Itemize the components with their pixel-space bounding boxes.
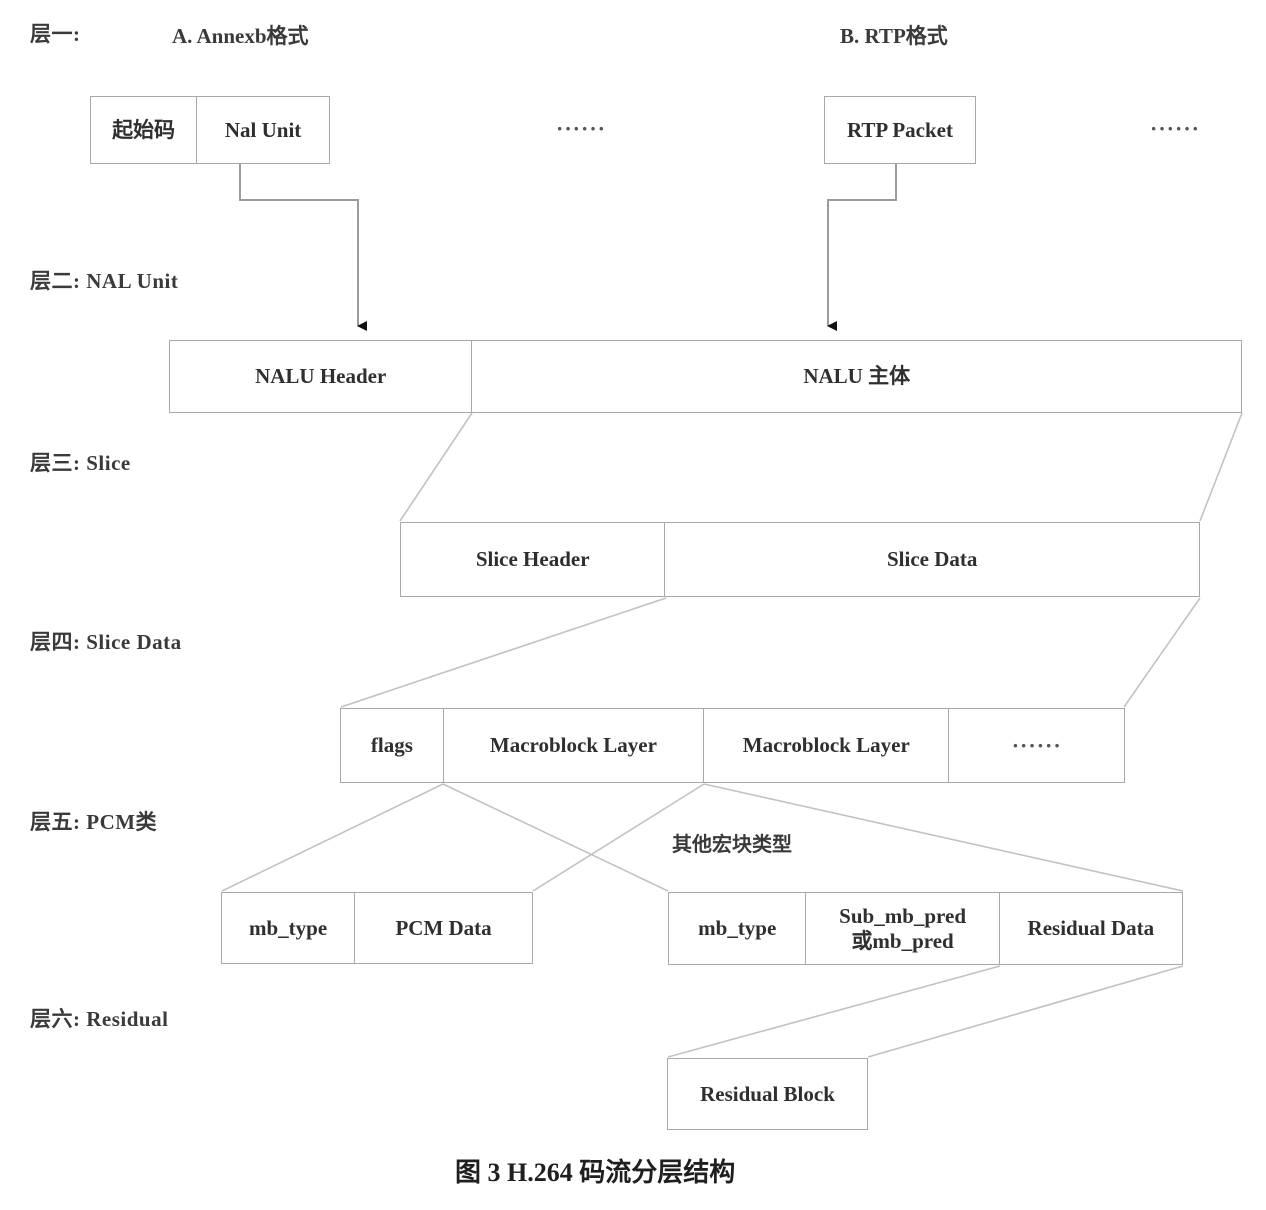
nalu-header-cell: NALU Header (170, 341, 473, 412)
heading-rtp-format: B. RTP格式 (840, 24, 948, 48)
nal-unit-box: NALU Header NALU 主体 (169, 340, 1242, 413)
annexb-start-code-cell: 起始码 (91, 97, 198, 163)
layer-label-3: 层三: Slice (30, 451, 131, 475)
connector-nalubody-to-slice-right (1199, 412, 1243, 522)
slicedata-macroblock-layer-cell-2: Macroblock Layer (704, 709, 950, 782)
figure-caption: 图 3 H.264 码流分层结构 (455, 1158, 736, 1187)
annexb-packet-box: 起始码 Nal Unit (90, 96, 330, 164)
pcm-mb-type-cell: mb_type (222, 893, 356, 963)
figure-canvas: 层一: 层二: NAL Unit 层三: Slice 层四: Slice Dat… (0, 0, 1266, 1210)
slice-data-cell: Slice Data (886, 547, 978, 572)
nalu-body-cell: NALU 主体 (803, 364, 911, 389)
slice-box: Slice Header Slice Data (400, 522, 1200, 597)
layer-label-5: 层五: PCM类 (30, 810, 158, 834)
residual-block-cell: Residual Block (700, 1081, 835, 1106)
rtp-packet-cell: RTP Packet (847, 117, 953, 142)
rtp-packet-box: RTP Packet (824, 96, 976, 164)
other-macroblock-box: mb_type Sub_mb_pred 或mb_pred Residual Da… (668, 892, 1183, 965)
connector-mb1-to-other-right (442, 783, 669, 892)
layer-label-2: 层二: NAL Unit (30, 269, 179, 293)
connector-slicedata-to-mbrow-left (340, 597, 667, 708)
layer-label-6: 层六: Residual (30, 1007, 169, 1031)
annexb-more-ellipsis: ······ (556, 116, 607, 141)
other-macroblock-types-note: 其他宏块类型 (672, 834, 792, 856)
slice-data-box: flags Macroblock Layer Macroblock Layer … (340, 708, 1125, 783)
connector-slicedata-to-mbrow-right (1123, 597, 1201, 708)
connector-nalubody-to-slice-left (399, 412, 473, 522)
pcm-macroblock-box: mb_type PCM Data (221, 892, 533, 964)
slice-header-cell: Slice Header (401, 523, 666, 596)
connector-mb1-to-pcm-left (221, 783, 444, 892)
rtp-more-ellipsis: ······ (1150, 116, 1201, 141)
annexb-nal-unit-cell: Nal Unit (224, 117, 302, 142)
slicedata-macroblock-layer-cell-1: Macroblock Layer (444, 709, 705, 782)
heading-annexb-format: A. Annexb格式 (172, 24, 309, 48)
connector-layer (221, 164, 1243, 1058)
layer-label-1: 层一: (30, 22, 81, 46)
other-mb-type-cell: mb_type (669, 893, 807, 964)
slicedata-flags-cell: flags (341, 709, 444, 782)
connector-residualdata-to-block-left (667, 965, 1001, 1058)
residual-block-box: Residual Block (667, 1058, 868, 1130)
other-residual-data-cell: Residual Data (1027, 916, 1155, 941)
pcm-data-cell: PCM Data (395, 915, 492, 940)
slicedata-more-ellipsis-cell: ······ (1011, 732, 1062, 758)
layer-label-4: 层四: Slice Data (30, 630, 182, 654)
connector-residualdata-to-block-right (867, 965, 1184, 1058)
connector-rtp-to-nalubody (827, 164, 897, 331)
connector-nalunit-to-naluheader (239, 164, 367, 331)
other-mb-pred-cell: Sub_mb_pred 或mb_pred (806, 893, 1000, 964)
